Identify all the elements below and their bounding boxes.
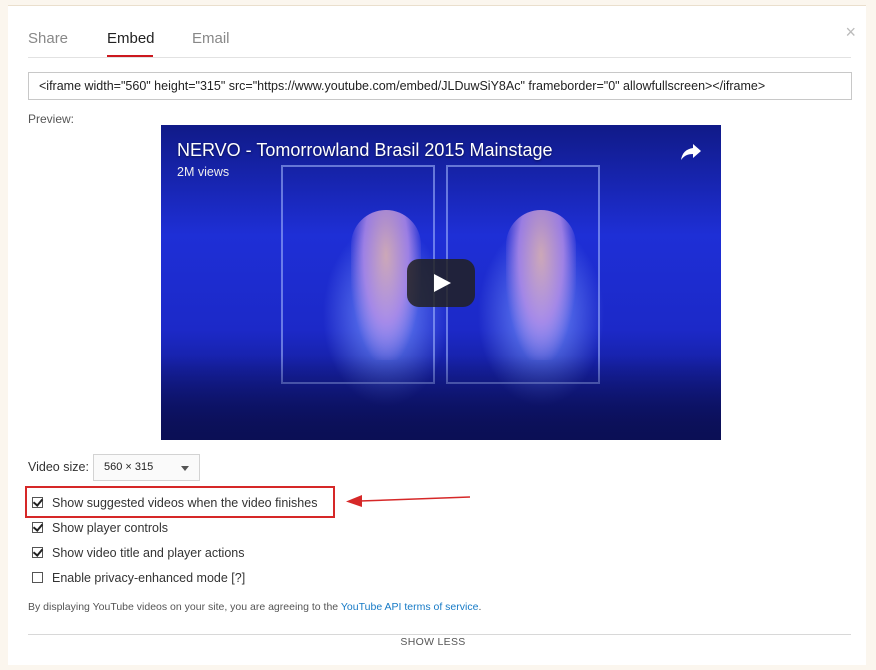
video-size-value: 560 × 315 xyxy=(104,461,154,473)
privacy-mode-label: Enable privacy-enhanced mode xyxy=(52,571,228,585)
video-views: 2M views xyxy=(177,165,230,179)
chevron-down-icon xyxy=(181,466,189,471)
player-controls-checkbox[interactable] xyxy=(32,522,43,533)
option-label: Show player controls xyxy=(52,521,169,535)
tab-share[interactable]: Share xyxy=(28,30,68,47)
help-link[interactable]: [?] xyxy=(231,571,245,585)
video-scene-floor xyxy=(161,355,721,440)
close-icon[interactable]: × xyxy=(845,23,856,41)
option-label: Show video title and player actions xyxy=(52,546,245,560)
video-size-select[interactable]: 560 × 315 xyxy=(93,454,200,481)
preview-label: Preview: xyxy=(28,112,75,126)
video-preview[interactable]: NERVO - Tomorrowland Brasil 2015 Mainsta… xyxy=(161,125,721,440)
terms-of-service-link[interactable]: YouTube API terms of service xyxy=(341,601,479,613)
embed-code-field[interactable]: <iframe width="560" height="315" src="ht… xyxy=(28,72,852,100)
tabs-divider xyxy=(28,57,851,58)
annotation-highlight-box xyxy=(25,486,335,518)
tab-email[interactable]: Email xyxy=(192,30,230,47)
embed-panel: Share Embed Email × <iframe width="560" … xyxy=(8,5,866,665)
footer-divider xyxy=(28,634,851,635)
title-actions-checkbox[interactable] xyxy=(32,547,43,558)
terms-notice: By displaying YouTube videos on your sit… xyxy=(28,601,481,613)
show-less-button[interactable]: SHOW LESS xyxy=(0,636,866,648)
video-title[interactable]: NERVO - Tomorrowland Brasil 2015 Mainsta… xyxy=(177,140,553,161)
annotation-arrow-icon xyxy=(346,495,471,507)
terms-text: By displaying YouTube videos on your sit… xyxy=(28,601,341,613)
terms-suffix: . xyxy=(478,601,482,613)
video-size-label: Video size: xyxy=(28,460,89,474)
privacy-mode-checkbox[interactable] xyxy=(32,572,43,583)
play-button[interactable] xyxy=(407,259,475,307)
option-label: Enable privacy-enhanced mode [?] xyxy=(52,571,245,585)
share-arrow-icon[interactable] xyxy=(679,139,703,163)
share-tabs: Share Embed Email xyxy=(8,6,866,58)
video-scene-figure-right xyxy=(506,210,576,360)
tab-embed[interactable]: Embed xyxy=(107,30,155,47)
